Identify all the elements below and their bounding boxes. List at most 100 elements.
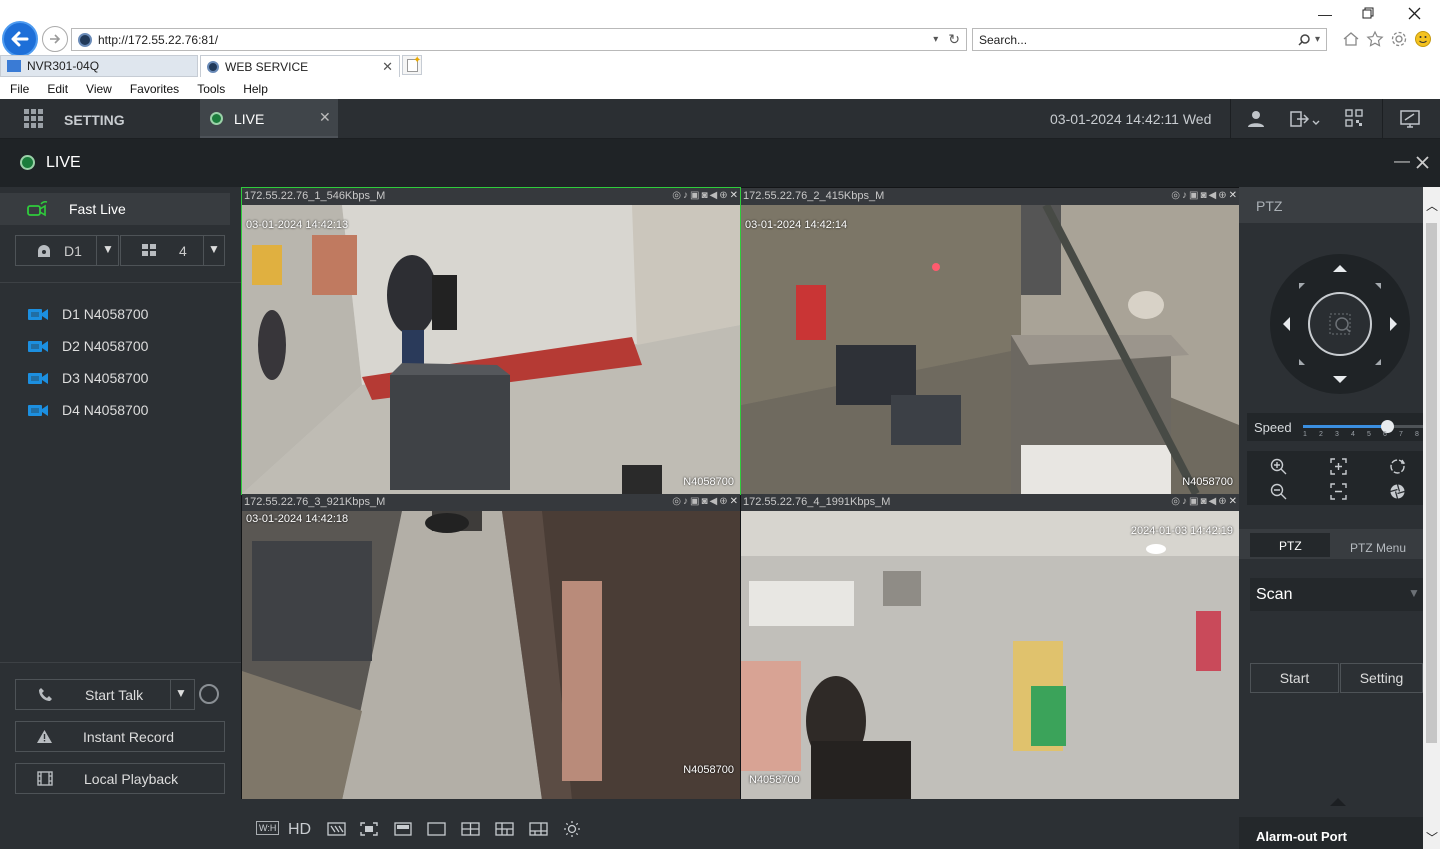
ptz-scrollbar[interactable]: ︿ ﹀ bbox=[1423, 187, 1440, 849]
audio-icon[interactable]: ◀ bbox=[1209, 496, 1217, 507]
close-cell-icon[interactable]: ✕ bbox=[1229, 190, 1237, 201]
nav-live-close-icon[interactable]: ✕ bbox=[319, 109, 331, 126]
address-bar[interactable]: http://172.55.22.76:81/ ▾ ↻ bbox=[71, 28, 967, 51]
zoom-cell-icon[interactable]: ⊕ bbox=[719, 496, 727, 507]
ptz-start-button[interactable]: Start bbox=[1250, 663, 1339, 693]
record-cell-icon[interactable]: ▣ bbox=[690, 190, 699, 201]
zoom-cell-icon[interactable]: ⊕ bbox=[719, 190, 727, 201]
alarm-out-header[interactable]: Alarm-out Port bbox=[1239, 817, 1423, 849]
close-cell-icon[interactable]: ✕ bbox=[730, 190, 738, 201]
channel-item-d4[interactable]: D4 N4058700 bbox=[28, 402, 148, 418]
fit-screen-icon[interactable] bbox=[360, 822, 378, 836]
focus-far-icon[interactable] bbox=[1330, 483, 1347, 500]
grid-menu-icon[interactable] bbox=[24, 109, 43, 128]
zoom-cell-icon[interactable]: ⊕ bbox=[1218, 496, 1226, 507]
channel-item-d1[interactable]: D1 N4058700 bbox=[28, 306, 148, 322]
tab-ptz-menu[interactable]: PTZ Menu bbox=[1350, 541, 1406, 555]
close-cell-icon[interactable]: ✕ bbox=[1229, 496, 1237, 507]
single-view-fill-icon[interactable] bbox=[394, 822, 412, 836]
brightness-icon[interactable] bbox=[563, 820, 581, 838]
iris-open-icon[interactable] bbox=[1389, 458, 1406, 475]
record-cell-icon[interactable]: ▣ bbox=[690, 496, 699, 507]
menu-tools[interactable]: Tools bbox=[197, 82, 225, 96]
nav-setting[interactable]: SETTING bbox=[64, 112, 125, 128]
address-url[interactable]: http://172.55.22.76:81/ bbox=[98, 33, 933, 47]
start-talk-button[interactable]: Start Talk ▼ bbox=[15, 679, 195, 710]
restore-window-icon[interactable] bbox=[1362, 7, 1375, 20]
zoom-in-icon[interactable] bbox=[1270, 458, 1287, 475]
ptz-cell-icon[interactable]: ◎ bbox=[672, 190, 681, 201]
tools-gear-icon[interactable] bbox=[1390, 30, 1408, 48]
close-panel-icon[interactable] bbox=[1416, 156, 1429, 169]
minimize-window-icon[interactable]: — bbox=[1318, 6, 1332, 22]
refresh-icon[interactable]: ↻ bbox=[948, 31, 960, 48]
menu-view[interactable]: View bbox=[86, 82, 112, 96]
layout-dropdown-icon[interactable]: ▼ bbox=[208, 242, 220, 256]
talk-status-indicator-icon[interactable] bbox=[199, 684, 219, 704]
tab-close-icon[interactable]: ✕ bbox=[382, 59, 393, 75]
ptz-cell-icon[interactable]: ◎ bbox=[1171, 496, 1180, 507]
mic-icon[interactable]: ♪ bbox=[1182, 190, 1187, 201]
layout-8-icon[interactable] bbox=[529, 822, 548, 836]
menu-file[interactable]: File bbox=[10, 82, 29, 96]
snapshot-icon[interactable]: ◙ bbox=[1200, 496, 1206, 507]
record-cell-icon[interactable]: ▣ bbox=[1189, 190, 1198, 201]
mic-icon[interactable]: ♪ bbox=[1182, 496, 1187, 507]
search-field[interactable]: Search... ▾ bbox=[972, 28, 1327, 51]
collapse-up-icon[interactable] bbox=[1330, 798, 1346, 806]
display-monitor-icon[interactable] bbox=[1400, 109, 1420, 129]
logout-icon[interactable] bbox=[1290, 110, 1320, 128]
channel-item-d3[interactable]: D3 N4058700 bbox=[28, 370, 148, 386]
audio-icon[interactable]: ◀ bbox=[1209, 190, 1217, 201]
layout-4-icon[interactable] bbox=[461, 822, 480, 836]
snapshot-icon[interactable]: ◙ bbox=[701, 496, 707, 507]
audio-icon[interactable]: ◀ bbox=[710, 496, 718, 507]
layout-select[interactable]: 4 ▼ bbox=[120, 235, 225, 266]
ptz-mode-select[interactable]: Scan ▼ bbox=[1250, 578, 1423, 611]
mic-icon[interactable]: ♪ bbox=[683, 190, 688, 201]
search-icon[interactable] bbox=[1297, 33, 1311, 47]
device-select[interactable]: D1 ▼ bbox=[15, 235, 119, 266]
back-button[interactable] bbox=[2, 21, 38, 57]
minimize-panel-icon[interactable]: — bbox=[1394, 153, 1410, 171]
stream-quality-icon[interactable] bbox=[327, 822, 346, 836]
fast-live-button[interactable]: Fast Live bbox=[0, 193, 230, 225]
menu-help[interactable]: Help bbox=[243, 82, 268, 96]
qr-code-icon[interactable] bbox=[1345, 109, 1363, 127]
menu-edit[interactable]: Edit bbox=[47, 82, 68, 96]
ptz-cell-icon[interactable]: ◎ bbox=[672, 496, 681, 507]
zoom-cell-icon[interactable]: ⊕ bbox=[1218, 190, 1226, 201]
ptz-setting-button[interactable]: Setting bbox=[1340, 663, 1423, 693]
start-talk-dropdown-icon[interactable]: ▼ bbox=[175, 686, 187, 700]
home-icon[interactable] bbox=[1342, 30, 1360, 48]
tab-ptz[interactable]: PTZ bbox=[1250, 533, 1330, 557]
video-cell-1[interactable]: 172.55.22.76_1_546Kbps_M ◎ ♪ ▣ ◙ ◀ ⊕ ✕ 0… bbox=[241, 187, 741, 495]
favorites-star-icon[interactable] bbox=[1366, 30, 1384, 48]
layout-6-icon[interactable] bbox=[495, 822, 514, 836]
layout-1-icon[interactable] bbox=[427, 822, 446, 836]
audio-icon[interactable]: ◀ bbox=[710, 190, 718, 201]
video-cell-3[interactable]: 172.55.22.76_3_921Kbps_M ◎ ♪ ▣ ◙ ◀ ⊕ ✕ 0… bbox=[242, 494, 740, 800]
record-cell-icon[interactable]: ▣ bbox=[1189, 496, 1198, 507]
scroll-thumb[interactable] bbox=[1426, 223, 1437, 743]
local-playback-button[interactable]: Local Playback bbox=[15, 763, 225, 794]
iris-close-icon[interactable] bbox=[1389, 483, 1406, 500]
mic-icon[interactable]: ♪ bbox=[683, 496, 688, 507]
zoom-out-icon[interactable] bbox=[1270, 483, 1287, 500]
forward-button[interactable] bbox=[42, 26, 68, 52]
ptz-mode-dropdown-icon[interactable]: ▼ bbox=[1408, 586, 1420, 600]
user-icon[interactable] bbox=[1247, 110, 1265, 128]
device-dropdown-icon[interactable]: ▼ bbox=[102, 242, 114, 256]
search-dropdown-icon[interactable]: ▾ bbox=[1315, 34, 1320, 45]
tab-web-service[interactable]: WEB SERVICE ✕ bbox=[200, 55, 400, 77]
snapshot-icon[interactable]: ◙ bbox=[1200, 190, 1206, 201]
smiley-feedback-icon[interactable] bbox=[1414, 30, 1432, 48]
menu-favorites[interactable]: Favorites bbox=[130, 82, 179, 96]
address-dropdown-icon[interactable]: ▾ bbox=[933, 34, 938, 45]
hd-button[interactable]: HD bbox=[288, 821, 311, 839]
scroll-down-icon[interactable]: ﹀ bbox=[1426, 829, 1438, 846]
tab-nvr[interactable]: NVR301-04Q bbox=[0, 55, 198, 77]
close-cell-icon[interactable]: ✕ bbox=[730, 496, 738, 507]
ptz-cell-icon[interactable]: ◎ bbox=[1171, 190, 1180, 201]
new-tab-button[interactable]: ✦ bbox=[402, 55, 422, 75]
